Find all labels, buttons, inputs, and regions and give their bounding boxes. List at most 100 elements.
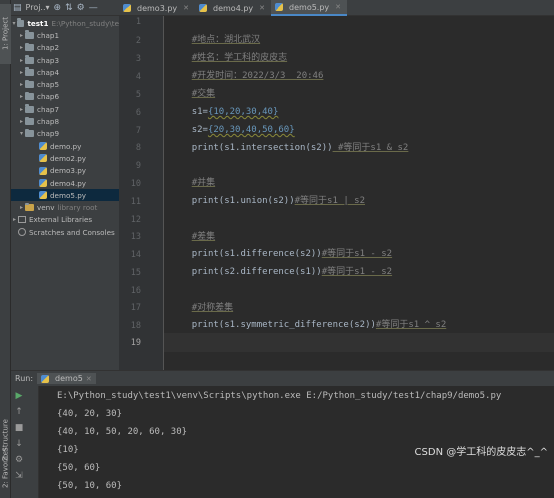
project-view-selector[interactable]: Proj..▾ <box>26 3 50 12</box>
line-number: 12 <box>130 215 141 225</box>
collapsed-arrow-icon[interactable]: ▸ <box>18 32 25 39</box>
folder-label: chap5 <box>37 80 60 90</box>
collapsed-arrow-icon[interactable]: ▸ <box>18 81 25 88</box>
tree-folder-chap8[interactable]: ▸ chap8 <box>11 115 119 127</box>
down-arrow-icon[interactable]: ↓ <box>13 438 25 450</box>
python-file-icon <box>41 374 50 383</box>
tree-file-demo3[interactable]: demo3.py <box>11 165 119 177</box>
tree-scratches[interactable]: Scratches and Consoles <box>11 226 119 238</box>
code-line-16: #对称差集 <box>170 284 233 313</box>
collapsed-arrow-icon[interactable]: ▸ <box>18 106 25 113</box>
pin-icon[interactable]: ⇲ <box>13 470 25 482</box>
code-line-12: #差集 <box>170 213 215 242</box>
code-statement: print(s1.symmetric_difference(s2)) <box>191 320 376 330</box>
collapsed-arrow-icon[interactable]: ▸ <box>18 204 25 211</box>
collapsed-arrow-icon[interactable]: ▸ <box>11 216 18 223</box>
up-arrow-icon[interactable]: ↑ <box>13 406 25 418</box>
tree-folder-chap4[interactable]: ▸ chap4 <box>11 66 119 78</box>
code-line-1: #地点：湖北武汉 <box>170 16 260 45</box>
run-label: Run: <box>15 374 34 383</box>
collapsed-arrow-icon[interactable]: ▸ <box>18 118 25 125</box>
python-file-icon <box>199 4 208 12</box>
tree-folder-chap9[interactable]: ▾ chap9 <box>11 128 119 140</box>
tree-file-demo[interactable]: demo.py <box>11 140 119 152</box>
console-output-line: {50, 10, 60} <box>57 481 123 491</box>
tab-demo4[interactable]: demo4.py ✕ <box>195 0 271 16</box>
project-tree: ▾ test1 E:\Python_study\te ▸ chap1 ▸ cha… <box>11 16 119 238</box>
project-tool-tab[interactable]: 1: Project <box>0 4 11 64</box>
file-label: demo3.py <box>50 166 87 176</box>
python-file-icon <box>39 142 47 151</box>
tab-label: demo3.py <box>137 3 178 13</box>
tree-folder-venv[interactable]: ▸ venv library root <box>11 201 119 213</box>
folder-icon <box>25 67 34 76</box>
tree-folder-chap2[interactable]: ▸ chap2 <box>11 42 119 54</box>
collapsed-arrow-icon[interactable]: ▸ <box>18 93 25 100</box>
tree-folder-chap1[interactable]: ▸ chap1 <box>11 29 119 41</box>
python-file-icon <box>39 191 47 200</box>
stop-icon[interactable]: ■ <box>13 422 25 434</box>
comment: #等同于s1 ^ s2 <box>375 320 447 330</box>
project-panel: ▤ Proj..▾ ⊕ ⇅ ⚙ — ▾ test1 E:\Python_stud… <box>11 0 119 370</box>
folder-icon <box>16 18 25 27</box>
expanded-arrow-icon[interactable]: ▾ <box>18 130 25 137</box>
tab-demo5[interactable]: demo5.py ✕ <box>271 0 348 16</box>
run-console[interactable]: E:\Python_study\test1\venv\Scripts\pytho… <box>39 386 554 498</box>
collapsed-arrow-icon[interactable]: ▸ <box>18 69 25 76</box>
close-icon[interactable]: ✕ <box>335 3 341 11</box>
folder-icon <box>25 128 34 138</box>
code-statement: print(s1.intersection(s2)) <box>191 143 333 153</box>
folder-icon <box>25 202 34 212</box>
folder-label: chap6 <box>37 92 60 102</box>
comment: #等同于s1 | s2 <box>294 196 365 206</box>
folder-label: chap7 <box>37 104 60 114</box>
settings-icon[interactable]: ⚙ <box>13 454 25 466</box>
tab-demo3[interactable]: demo3.py ✕ <box>119 0 195 16</box>
run-panel-header: Run: demo5 ✕ <box>11 370 554 386</box>
code-line-10: print(s1.union(s2))#等同于s1 | s2 <box>170 177 365 206</box>
line-number-gutter: 1 2 3 4 5 6 7 8 9 10 11 12 13 14 15 16 1… <box>119 16 164 370</box>
file-label: demo.py <box>50 141 82 151</box>
tree-folder-chap3[interactable]: ▸ chap3 <box>11 54 119 66</box>
close-icon[interactable]: ✕ <box>183 4 189 12</box>
collapse-icon[interactable]: ⇅ <box>65 3 73 13</box>
folder-icon <box>25 30 34 39</box>
tree-folder-chap5[interactable]: ▸ chap5 <box>11 78 119 90</box>
gear-icon[interactable]: ⚙ <box>77 3 85 13</box>
tree-file-demo2[interactable]: demo2.py <box>11 152 119 164</box>
rerun-icon[interactable]: ▶ <box>13 390 25 402</box>
tree-file-demo4[interactable]: demo4.py <box>11 177 119 189</box>
folder-label: chap3 <box>37 55 60 65</box>
root-name: test1 <box>27 18 49 28</box>
tree-folder-chap7[interactable]: ▸ chap7 <box>11 103 119 115</box>
scratches-icon <box>18 228 26 237</box>
favorites-tool-tab[interactable]: 2: Favorites <box>0 448 11 489</box>
line-number: 2 <box>135 36 141 46</box>
locate-icon[interactable]: ⊕ <box>54 3 62 13</box>
tree-root[interactable]: ▾ test1 E:\Python_study\te <box>11 17 119 29</box>
close-icon[interactable]: ✕ <box>86 375 92 383</box>
file-label: demo5.py <box>50 190 87 200</box>
collapsed-arrow-icon[interactable]: ▸ <box>18 57 25 64</box>
console-output-line: {50, 60} <box>57 463 101 473</box>
code-line-4: #交集 <box>170 70 215 99</box>
folder-icon <box>25 91 34 101</box>
tree-folder-chap6[interactable]: ▸ chap6 <box>11 91 119 103</box>
line-number: 11 <box>130 197 141 207</box>
line-number: 4 <box>135 72 141 82</box>
hide-icon[interactable]: — <box>89 3 98 13</box>
python-file-icon <box>39 154 47 163</box>
project-view-icon: ▤ <box>13 2 22 13</box>
collapsed-arrow-icon[interactable]: ▸ <box>18 44 25 51</box>
comment: #等同于s1 - s2 <box>321 267 393 277</box>
tree-file-demo5[interactable]: demo5.py <box>11 189 119 202</box>
file-label: demo2.py <box>50 153 87 163</box>
close-icon[interactable]: ✕ <box>259 4 265 12</box>
external-libraries-label: External Libraries <box>29 215 93 225</box>
line-number: 13 <box>130 232 141 242</box>
caret-row-highlight <box>164 333 554 352</box>
run-tab-demo5[interactable]: demo5 ✕ <box>37 373 96 384</box>
tree-external-libraries[interactable]: ▸ External Libraries <box>11 214 119 226</box>
code-editor[interactable]: #地点：湖北武汉 #姓名：学工科的皮皮志 #开发时间：2022/3/3 20:4… <box>164 16 554 370</box>
code-line-17: print(s1.symmetric_difference(s2))#等同于s1… <box>170 301 447 330</box>
